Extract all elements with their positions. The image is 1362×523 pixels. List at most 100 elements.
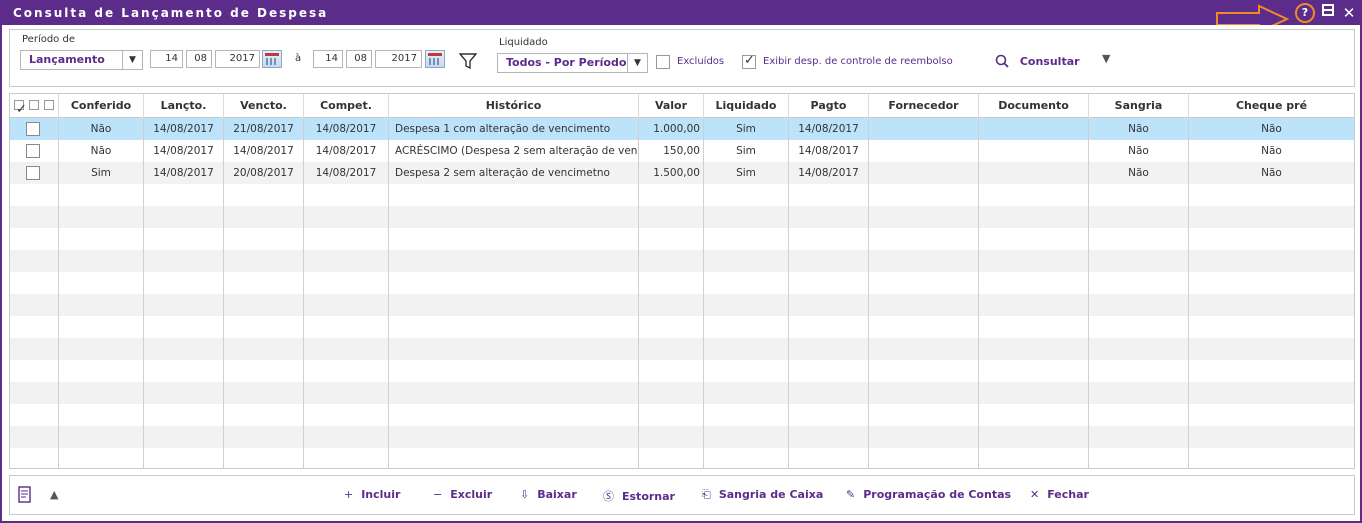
col-compet[interactable]: Compet. [304,94,389,118]
cell-historico: ACRÉSCIMO (Despesa 2 sem alteração de ve… [389,140,639,162]
cell-liquidado: Sim [704,118,789,140]
title-bar: Consulta de Lançamento de Despesa ? ✕ [1,1,1361,34]
restore-icon[interactable] [1319,4,1337,22]
table-body: Não 14/08/2017 21/08/2017 14/08/2017 Des… [10,118,1354,448]
consultar-button[interactable]: Consultar [994,54,1080,68]
cell-liquidado: Sim [704,140,789,162]
cell-lancto: 14/08/2017 [144,162,224,184]
estornar-button[interactable]: Ⓢ Estornar [603,488,675,504]
col-lancto[interactable]: Lançto. [144,94,224,118]
sangria-label: Sangria de Caixa [718,488,824,501]
calendar-icon[interactable] [262,50,282,68]
excluidos-checkbox[interactable] [656,55,670,69]
programacao-button[interactable]: ✎ Programação de Contas [846,488,1011,501]
col-conferido[interactable]: Conferido [59,94,144,118]
cell-documento [979,118,1089,140]
chevron-down-icon: ▼ [627,54,647,72]
empty-row [10,184,1354,206]
baixar-label: Baixar [537,488,577,501]
date-from-year[interactable]: 2017 [215,50,260,68]
sangria-button[interactable]: ⎗ Sangria de Caixa [702,488,823,502]
column-divider [868,118,869,468]
cell-compet: 14/08/2017 [304,162,389,184]
col-documento[interactable]: Documento [979,94,1089,118]
window-title: Consulta de Lançamento de Despesa [13,6,329,20]
filter-bar: Período de Lançamento ▼ 14 08 2017 à 14 … [9,29,1355,87]
cell-sangria: Não [1089,162,1189,184]
chevron-down-icon: ▼ [122,51,142,69]
report-icon[interactable] [18,486,32,504]
date-from-day[interactable]: 14 [150,50,183,68]
column-divider [1188,118,1189,468]
cell-valor: 1.500,00 [639,162,704,184]
cell-fornecedor [869,140,979,162]
col-cheque-pre[interactable]: Cheque pré [1189,94,1354,118]
empty-row [10,272,1354,294]
col-pagto[interactable]: Pagto [789,94,869,118]
column-divider [1088,118,1089,468]
cell-documento [979,140,1089,162]
col-liquidado[interactable]: Liquidado [704,94,789,118]
invert-selection-icon[interactable] [44,100,54,110]
liquidado-select[interactable]: Todos - Por Período ▼ [497,53,648,73]
empty-row [10,228,1354,250]
col-sangria[interactable]: Sangria [1089,94,1189,118]
column-divider [788,118,789,468]
empty-row [10,360,1354,382]
cell-pagto: 14/08/2017 [789,162,869,184]
calendar-icon[interactable] [425,50,445,68]
col-vencto[interactable]: Vencto. [224,94,304,118]
empty-row [10,294,1354,316]
download-icon: ⇩ [520,488,530,501]
table-row[interactable]: Não 14/08/2017 21/08/2017 14/08/2017 Des… [10,118,1354,140]
row-checkbox[interactable] [26,122,40,136]
cell-conferido: Não [59,140,144,162]
select-all-checkbox[interactable] [14,98,27,122]
table-row[interactable]: Não 14/08/2017 14/08/2017 14/08/2017 ACR… [10,140,1354,162]
col-fornecedor[interactable]: Fornecedor [869,94,979,118]
incluir-button[interactable]: + Incluir [344,488,400,501]
edit-document-icon: ✎ [846,488,856,501]
periodo-select[interactable]: Lançamento ▼ [20,50,143,70]
cell-lancto: 14/08/2017 [144,140,224,162]
baixar-button[interactable]: ⇩ Baixar [520,488,577,501]
row-checkbox[interactable] [26,144,40,158]
row-checkbox[interactable] [26,166,40,180]
fechar-label: Fechar [1047,488,1089,501]
cell-valor: 150,00 [639,140,704,162]
cell-historico: Despesa 1 com alteração de vencimento [389,118,639,140]
cell-valor: 1.000,00 [639,118,704,140]
fechar-button[interactable]: ✕ Fechar [1030,488,1089,501]
empty-row [10,206,1354,228]
plus-icon: + [344,488,354,501]
col-historico[interactable]: Histórico [389,94,639,118]
help-icon[interactable]: ? [1295,3,1315,23]
filter-icon[interactable] [459,53,477,70]
expense-table: Conferido Lançto. Vencto. Compet. Histór… [9,93,1355,469]
deselect-all-checkbox[interactable] [29,100,39,110]
column-divider [143,118,144,468]
empty-row [10,316,1354,338]
exibir-reembolso-checkbox[interactable] [742,53,756,69]
cell-compet: 14/08/2017 [304,118,389,140]
expand-down-icon[interactable]: ▼ [1102,52,1110,65]
cell-historico: Despesa 2 sem alteração de vencimetno [389,162,639,184]
cell-conferido: Não [59,118,144,140]
cell-vencto: 21/08/2017 [224,118,304,140]
date-to-day[interactable]: 14 [313,50,343,68]
date-from-month[interactable]: 08 [186,50,212,68]
empty-row [10,382,1354,404]
table-row[interactable]: Sim 14/08/2017 20/08/2017 14/08/2017 Des… [10,162,1354,184]
col-valor[interactable]: Valor [639,94,704,118]
date-to-month[interactable]: 08 [346,50,372,68]
bottom-toolbar: ▲ + Incluir − Excluir ⇩ Baixar Ⓢ Estornar ⎗ S… [9,475,1355,515]
excluir-button[interactable]: − Excluir [433,488,492,501]
cell-pagto: 14/08/2017 [789,118,869,140]
close-icon[interactable]: ✕ [1340,4,1358,22]
collapse-up-icon[interactable]: ▲ [50,488,58,501]
empty-row [10,338,1354,360]
periodo-select-value: Lançamento [29,53,105,66]
search-icon [995,54,1009,68]
date-to-year[interactable]: 2017 [375,50,422,68]
content-area: Período de Lançamento ▼ 14 08 2017 à 14 … [2,25,1360,521]
